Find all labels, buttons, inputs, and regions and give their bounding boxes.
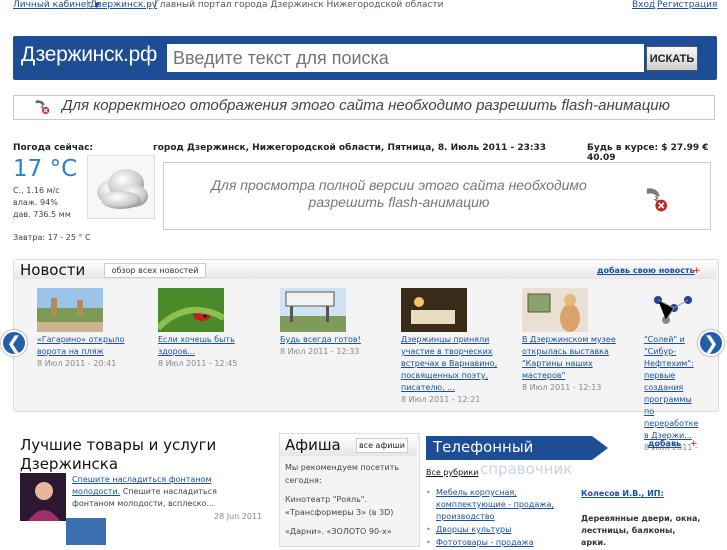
current-temperature: 17 °C	[13, 156, 78, 182]
news-thumbnail[interactable]	[522, 288, 588, 332]
all-afisha-tab[interactable]: все афиши	[356, 438, 408, 453]
banner-arrow	[592, 436, 608, 460]
news-date: 8 Июл 2011 - 12:45	[158, 359, 238, 368]
goods-title: Лучшие товары и услуги Дзержинска	[20, 436, 217, 473]
news-next-button[interactable]: ❯	[698, 330, 724, 356]
weather-icon-box	[87, 155, 155, 219]
company-description: Деревянные двери, окна, лестницы, балкон…	[581, 514, 701, 547]
rubrics-list: Мебель корпусная, комплектующие - продаж…	[426, 487, 572, 550]
news-item[interactable]: В Дзержинском музее открылась выставка "…	[522, 288, 637, 393]
news-item[interactable]: «Гагарино» открыло ворота на пляж 8 Июл …	[37, 288, 152, 369]
news-thumbnail[interactable]	[401, 288, 467, 332]
weather-title: Погода сейчас:	[13, 143, 94, 153]
goods-item-text: Спешите насладиться фонтаном молодости. …	[72, 474, 262, 510]
cabinet-label: Личный кабинет	[13, 0, 92, 10]
flash-plugin-icon	[35, 100, 50, 115]
flash-plugin-icon	[646, 188, 668, 212]
goods-date: 28 Jun 2011	[214, 512, 263, 521]
header-arrow	[698, 36, 717, 80]
currency-rates: Будь в курсе: $ 27.99 € 40.09	[587, 143, 709, 163]
add-company-plus: +	[690, 439, 698, 449]
news-link[interactable]: Дзержинцы приняли участие в творческих в…	[401, 334, 501, 394]
afisha-intro: Мы рекомендуем посетить сегодня:	[285, 463, 400, 485]
news-item[interactable]: Дзержинцы приняли участие в творческих в…	[401, 288, 516, 405]
site-tagline: - Главный портал города Дзержинск Нижего…	[148, 0, 444, 10]
afisha-event[interactable]: Кинотеатр "Рояль". «Трансформеры 3» (в 3…	[285, 493, 410, 519]
all-news-tab[interactable]: обзор всех новостей	[104, 263, 206, 278]
news-title: Новости	[20, 261, 86, 279]
flash-notice-text: Для корректного отображения этого сайта …	[62, 97, 670, 114]
afisha-title: Афиша	[285, 436, 341, 454]
city-date-line: город Дзержинск, Нижегородской области, …	[153, 143, 547, 153]
cloud-icon	[97, 169, 148, 209]
news-date: 8 Июл 2011 - 12:13	[522, 383, 602, 392]
news-thumbnail[interactable]	[37, 288, 103, 332]
site-logo[interactable]: Дзержинск.рф	[21, 43, 157, 67]
news-date: 8 Июл 2011 - 12:33	[280, 347, 360, 356]
news-link[interactable]: Будь всегда готов!	[280, 334, 380, 346]
news-thumbnail[interactable]	[280, 288, 346, 332]
add-company-link[interactable]: добавь	[648, 439, 681, 448]
register-link[interactable]: Регистрация	[657, 0, 717, 10]
company-link[interactable]: Колесов И.В., ИП:	[581, 489, 664, 498]
afisha-event[interactable]: «Дарни». «ЗОЛОТО 90-х»	[285, 525, 410, 538]
flash-content-text: Для просмотра полной версии этого сайта …	[211, 177, 587, 210]
rubric-item[interactable]: Фототовары - продажа	[426, 537, 572, 549]
news-thumbnail[interactable]	[158, 288, 224, 332]
all-rubrics-link[interactable]: Все рубрики	[426, 468, 478, 477]
tomorrow-forecast: Завтра: 17 - 25 ° C	[13, 233, 91, 242]
top-bar: Личный кабинет ▼ | Дзержинск.ру - Главны…	[0, 0, 727, 11]
add-news-link[interactable]: добавь свою новость	[597, 266, 695, 275]
news-link[interactable]: Если хочешь быть здоров...	[158, 334, 258, 358]
news-item[interactable]: Будь всегда готов! 8 Июл 2011 - 12:33	[280, 288, 395, 357]
news-item[interactable]: "Солей" и "Сибур-Нефтехим": первые созда…	[644, 288, 704, 453]
news-link[interactable]: «Гагарино» открыло ворота на пляж	[37, 334, 137, 358]
add-news-plus: +	[693, 266, 701, 276]
weather-wind: С., 1.16 м/с	[13, 186, 60, 195]
separator: |	[86, 0, 90, 10]
phone-directory-title: Телефонный	[433, 438, 534, 456]
news-link[interactable]: В Дзержинском музее открылась выставка "…	[522, 334, 622, 382]
goods-thumbnail-2[interactable]	[66, 518, 106, 545]
weather-pressure: дав. 736.5 мм	[13, 210, 71, 219]
rubric-item[interactable]: Дворцы культуры	[426, 524, 572, 536]
news-thumbnail[interactable]	[644, 288, 704, 332]
rubric-item[interactable]: Мебель корпусная, комплектующие - продаж…	[426, 487, 572, 523]
news-link[interactable]: "Солей" и "Сибур-Нефтехим": первые созда…	[644, 334, 700, 442]
news-date: 8 Июл 2011 - 20:41	[37, 359, 117, 368]
news-date: 8 Июл 2011 - 12:21	[401, 395, 481, 404]
search-input[interactable]	[167, 44, 644, 72]
phone-directory-subtitle: справочник	[480, 460, 573, 478]
news-item[interactable]: Если хочешь быть здоров... 8 Июл 2011 - …	[158, 288, 273, 369]
search-button[interactable]: ИСКАТЬ	[646, 46, 698, 71]
rubric-link[interactable]: Фототовары - продажа	[436, 538, 534, 547]
weather-humidity: влаж. 94%	[13, 198, 58, 207]
goods-thumbnail[interactable]	[20, 473, 66, 521]
news-prev-button[interactable]: ❮	[1, 330, 27, 356]
rubric-link[interactable]: Дворцы культуры	[436, 525, 511, 534]
afisha-content: Мы рекомендуем посетить сегодня: Кинотеа…	[285, 461, 410, 538]
rubric-link[interactable]: Мебель корпусная, комплектующие - продаж…	[436, 488, 554, 521]
separator: |	[652, 0, 656, 10]
